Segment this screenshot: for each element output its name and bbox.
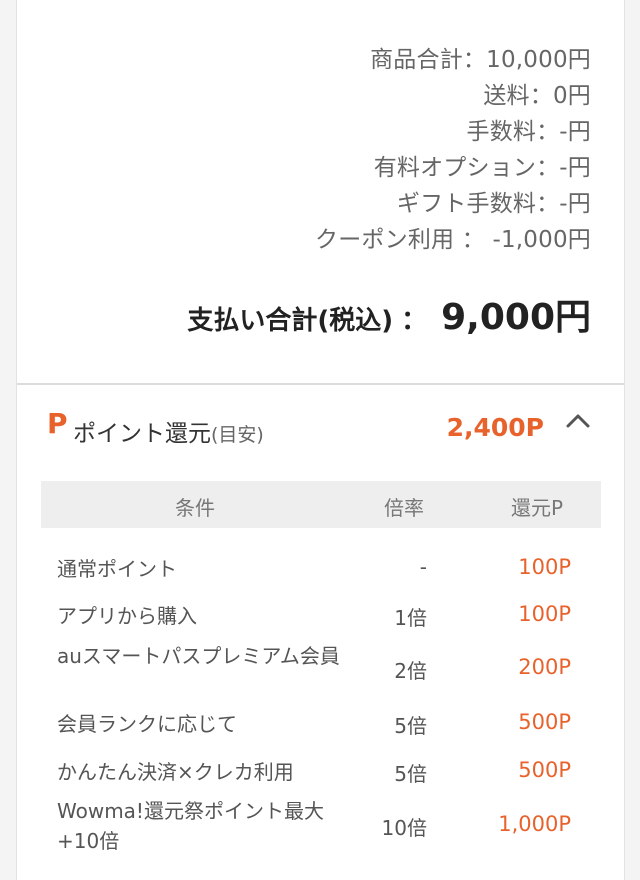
chevron-up-icon[interactable]	[565, 410, 591, 432]
points-subtitle: (目安)	[211, 424, 264, 446]
row-condition: 会員ランクに応じて	[57, 712, 237, 736]
payment-total-colon: ：	[401, 306, 428, 336]
row-points: 500P	[518, 758, 571, 782]
points-header[interactable]: P ポイント還元(目安) 2,400P	[17, 404, 624, 454]
row-rate: -	[419, 555, 427, 579]
row-condition: アプリから購入	[57, 604, 197, 628]
row-rate: 1倍	[394, 606, 427, 630]
order-summary-card: 商品合計：10,000円 送料：0円 手数料：-円 有料オプション：-円 ギフト…	[16, 0, 625, 880]
row-rate: 5倍	[394, 762, 427, 786]
shipping-line: 送料：0円	[483, 83, 591, 109]
coupon-line: クーポン利用 ： -1,000円	[315, 227, 591, 253]
row-points: 500P	[518, 710, 571, 734]
subtotal-line: 商品合計：10,000円	[370, 47, 591, 73]
row-condition: Wowma!還元祭ポイント最大+10倍	[57, 799, 324, 853]
row-points: 100P	[518, 602, 571, 626]
row-points: 1,000P	[498, 812, 571, 836]
row-condition: auスマートパスプレミアム会員	[57, 644, 340, 668]
header-condition: 条件	[175, 496, 215, 520]
section-divider	[17, 383, 624, 385]
row-points: 100P	[518, 555, 571, 579]
points-table-header: 条件 倍率 還元P	[41, 481, 601, 528]
payment-total-label: 支払い合計(税込)	[187, 306, 394, 336]
row-points: 200P	[518, 655, 571, 679]
payment-total: 支払い合計(税込) ： 9,000円	[187, 288, 591, 340]
row-rate: 10倍	[381, 816, 427, 840]
points-p-icon: P	[47, 407, 68, 440]
fee-line: 手数料：-円	[466, 119, 591, 145]
payment-total-value: 9,000円	[441, 297, 591, 338]
points-total: 2,400P	[446, 413, 544, 442]
gift-fee-line: ギフト手数料：-円	[396, 191, 591, 217]
header-points: 還元P	[511, 496, 564, 520]
points-title: ポイント還元(目安)	[73, 414, 264, 448]
price-summary: 商品合計：10,000円 送料：0円 手数料：-円 有料オプション：-円 ギフト…	[17, 0, 624, 383]
row-condition: 通常ポイント	[57, 557, 177, 581]
row-condition: かんたん決済×クレカ利用	[57, 760, 294, 784]
points-title-text: ポイント還元	[73, 421, 211, 447]
paid-option-line: 有料オプション：-円	[373, 155, 591, 181]
header-rate: 倍率	[384, 496, 424, 520]
row-rate: 2倍	[394, 659, 427, 683]
row-rate: 5倍	[394, 714, 427, 738]
